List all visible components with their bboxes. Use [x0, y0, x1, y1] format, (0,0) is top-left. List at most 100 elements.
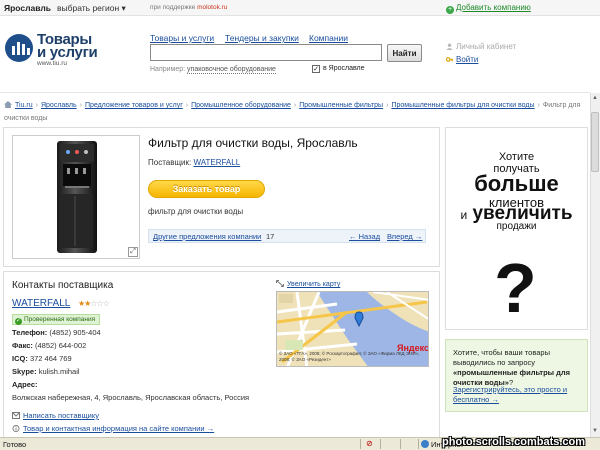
- nav-companies[interactable]: Компании: [309, 33, 348, 43]
- region-checkbox[interactable]: ✓: [312, 65, 320, 73]
- register-link[interactable]: Зарегистрируйтесь, это просто и бесплатн…: [453, 385, 585, 405]
- skype-label: Skype:: [12, 367, 37, 376]
- person-icon: [446, 43, 453, 50]
- prev-link[interactable]: ← Назад: [349, 232, 380, 241]
- icq-value: 372 464 769: [29, 354, 72, 363]
- fax-label: Факс:: [12, 341, 33, 350]
- scrollbar-thumb[interactable]: [591, 112, 599, 172]
- breadcrumb-item[interactable]: Промышленное оборудование: [191, 102, 291, 109]
- next-link[interactable]: Вперед →: [387, 232, 422, 241]
- search-example-prefix: Например:: [150, 66, 186, 73]
- watermark: photo.scrolls.combats.com: [442, 436, 586, 448]
- blocked-icon[interactable]: ⊘: [366, 439, 373, 448]
- scroll-down-icon[interactable]: ▼: [591, 427, 599, 436]
- phone-row: Телефон: (4852) 905-404: [12, 328, 101, 337]
- support-note: при поддержке molotok.ru: [150, 4, 227, 11]
- verified-badge: ✓ Проверенная компания: [12, 314, 101, 325]
- rating-stars: ★★☆☆☆: [78, 299, 110, 308]
- offers-pager: Другие предложения компании 17 ← Назад В…: [148, 229, 426, 243]
- promo-text: Хотите, чтобы ваши товары выводились по …: [453, 348, 585, 388]
- key-icon: [446, 57, 453, 62]
- expand-icon: [276, 280, 284, 287]
- write-supplier-link[interactable]: Написать поставщику: [23, 411, 99, 420]
- add-company-link[interactable]: + Добавить компанию: [446, 3, 531, 14]
- add-company-label[interactable]: Добавить компанию: [456, 3, 531, 12]
- home-icon[interactable]: [4, 101, 12, 108]
- phone-value: (4852) 905-404: [49, 328, 101, 337]
- address-value: Волжская набережная, 4, Ярославль, Яросл…: [12, 393, 250, 402]
- ad-line-1: Хотите: [498, 151, 535, 163]
- plus-icon: +: [446, 6, 454, 14]
- search-example: Например: упаковочное оборудование: [150, 66, 276, 74]
- cabinet-link[interactable]: Личный кабинет: [446, 42, 516, 51]
- breadcrumb: Tiu.ru › Ярославль › Предложение товаров и у…: [4, 101, 581, 122]
- breadcrumb-item[interactable]: Предложение товаров и услуг: [85, 102, 183, 109]
- region-filter[interactable]: ✓ в Ярославле: [312, 65, 365, 73]
- region-checkbox-label[interactable]: в Ярославле: [323, 65, 365, 72]
- water-cooler-image: [57, 141, 97, 253]
- fax-value: (4852) 644-002: [35, 341, 87, 350]
- status-separator: [418, 439, 419, 449]
- phone-label: Телефон:: [12, 328, 48, 337]
- company-name-link[interactable]: WATERFALL: [12, 298, 70, 309]
- breadcrumb-item[interactable]: Промышленные фильтры: [299, 102, 383, 109]
- company-site[interactable]: Товар и контактная информация на сайте к…: [12, 424, 214, 433]
- breadcrumb-item[interactable]: Промышленные фильтры для очистки воды: [391, 102, 534, 109]
- globe-icon: [421, 440, 429, 448]
- cabinet-label[interactable]: Личный кабинет: [456, 42, 516, 51]
- ad-question-mark: ?: [494, 249, 537, 327]
- write-supplier[interactable]: Написать поставщику: [12, 411, 99, 420]
- ad-line-5a: и: [460, 208, 468, 222]
- address-label: Адрес:: [12, 380, 38, 389]
- supplier-link[interactable]: WATERFALL: [193, 158, 240, 167]
- other-offers-count: 17: [266, 232, 275, 241]
- logo-url: www.tiu.ru: [37, 60, 67, 67]
- support-site[interactable]: molotok.ru: [197, 4, 227, 11]
- fax-row: Факс: (4852) 644-002: [12, 341, 86, 350]
- map-copyright: © ЗАО «ТГА», 2008; © Роскартография; © З…: [279, 351, 420, 362]
- order-button[interactable]: Заказать товар: [148, 180, 265, 198]
- product-title: Фильтр для очистки воды, Ярославль: [148, 136, 358, 150]
- ad-line-3: больше: [474, 171, 559, 196]
- skype-value: kulish.mihail: [38, 367, 80, 376]
- current-city: Ярославль: [4, 3, 51, 13]
- icq-row: ICQ: 372 464 769: [12, 354, 72, 363]
- scroll-up-icon[interactable]: ▲: [591, 94, 599, 103]
- verified-label: Проверенная компания: [24, 316, 96, 323]
- status-ready: Готово: [3, 440, 27, 449]
- breadcrumb-item[interactable]: Ярославль: [41, 102, 77, 109]
- header-divider: [0, 92, 590, 93]
- status-separator: [380, 439, 381, 449]
- other-offers-link[interactable]: Другие предложения компании: [153, 232, 261, 241]
- search-input[interactable]: [150, 44, 382, 61]
- status-separator: [360, 439, 361, 449]
- nav-goods-services[interactable]: Товары и услуги: [150, 33, 214, 43]
- product-photo[interactable]: [12, 135, 140, 259]
- address-row: Адрес:: [12, 380, 38, 389]
- choose-region-link[interactable]: выбрать регион ▾: [57, 3, 126, 14]
- info-icon: [12, 425, 20, 432]
- login-link[interactable]: Войти: [446, 55, 478, 64]
- company-site-link[interactable]: Товар и контактная информация на сайте к…: [23, 424, 214, 433]
- skype-row: Skype: kulish.mihail: [12, 367, 80, 376]
- nav-tenders[interactable]: Тендеры и закупки: [225, 33, 299, 43]
- zoom-photo-icon[interactable]: ⤢: [128, 247, 138, 257]
- map-zoom[interactable]: Увеличить карту: [276, 280, 340, 288]
- search-button[interactable]: Найти: [387, 44, 422, 62]
- breadcrumb-item[interactable]: Tiu.ru: [15, 102, 33, 109]
- supplier-label: Поставщик:: [148, 158, 192, 167]
- contacts-title: Контакты поставщика: [12, 280, 114, 291]
- search-example-link[interactable]: упаковочное оборудование: [187, 66, 276, 74]
- support-prefix: при поддержке: [150, 4, 196, 11]
- envelope-icon: [12, 412, 20, 419]
- product-supplier: Поставщик: WATERFALL: [148, 158, 240, 167]
- star-empty-icon: ☆: [102, 299, 110, 308]
- ad-line-6: продажи: [496, 221, 537, 232]
- login-label[interactable]: Войти: [456, 55, 478, 64]
- logo-icon[interactable]: [5, 34, 33, 62]
- map-zoom-link[interactable]: Увеличить карту: [287, 281, 340, 288]
- product-description: фильтр для очистки воды: [148, 207, 244, 216]
- icq-label: ICQ:: [12, 354, 28, 363]
- promo-prefix: Хотите, чтобы ваши товары выводились по …: [453, 348, 550, 367]
- logo-text-line2[interactable]: и услуги: [37, 44, 98, 61]
